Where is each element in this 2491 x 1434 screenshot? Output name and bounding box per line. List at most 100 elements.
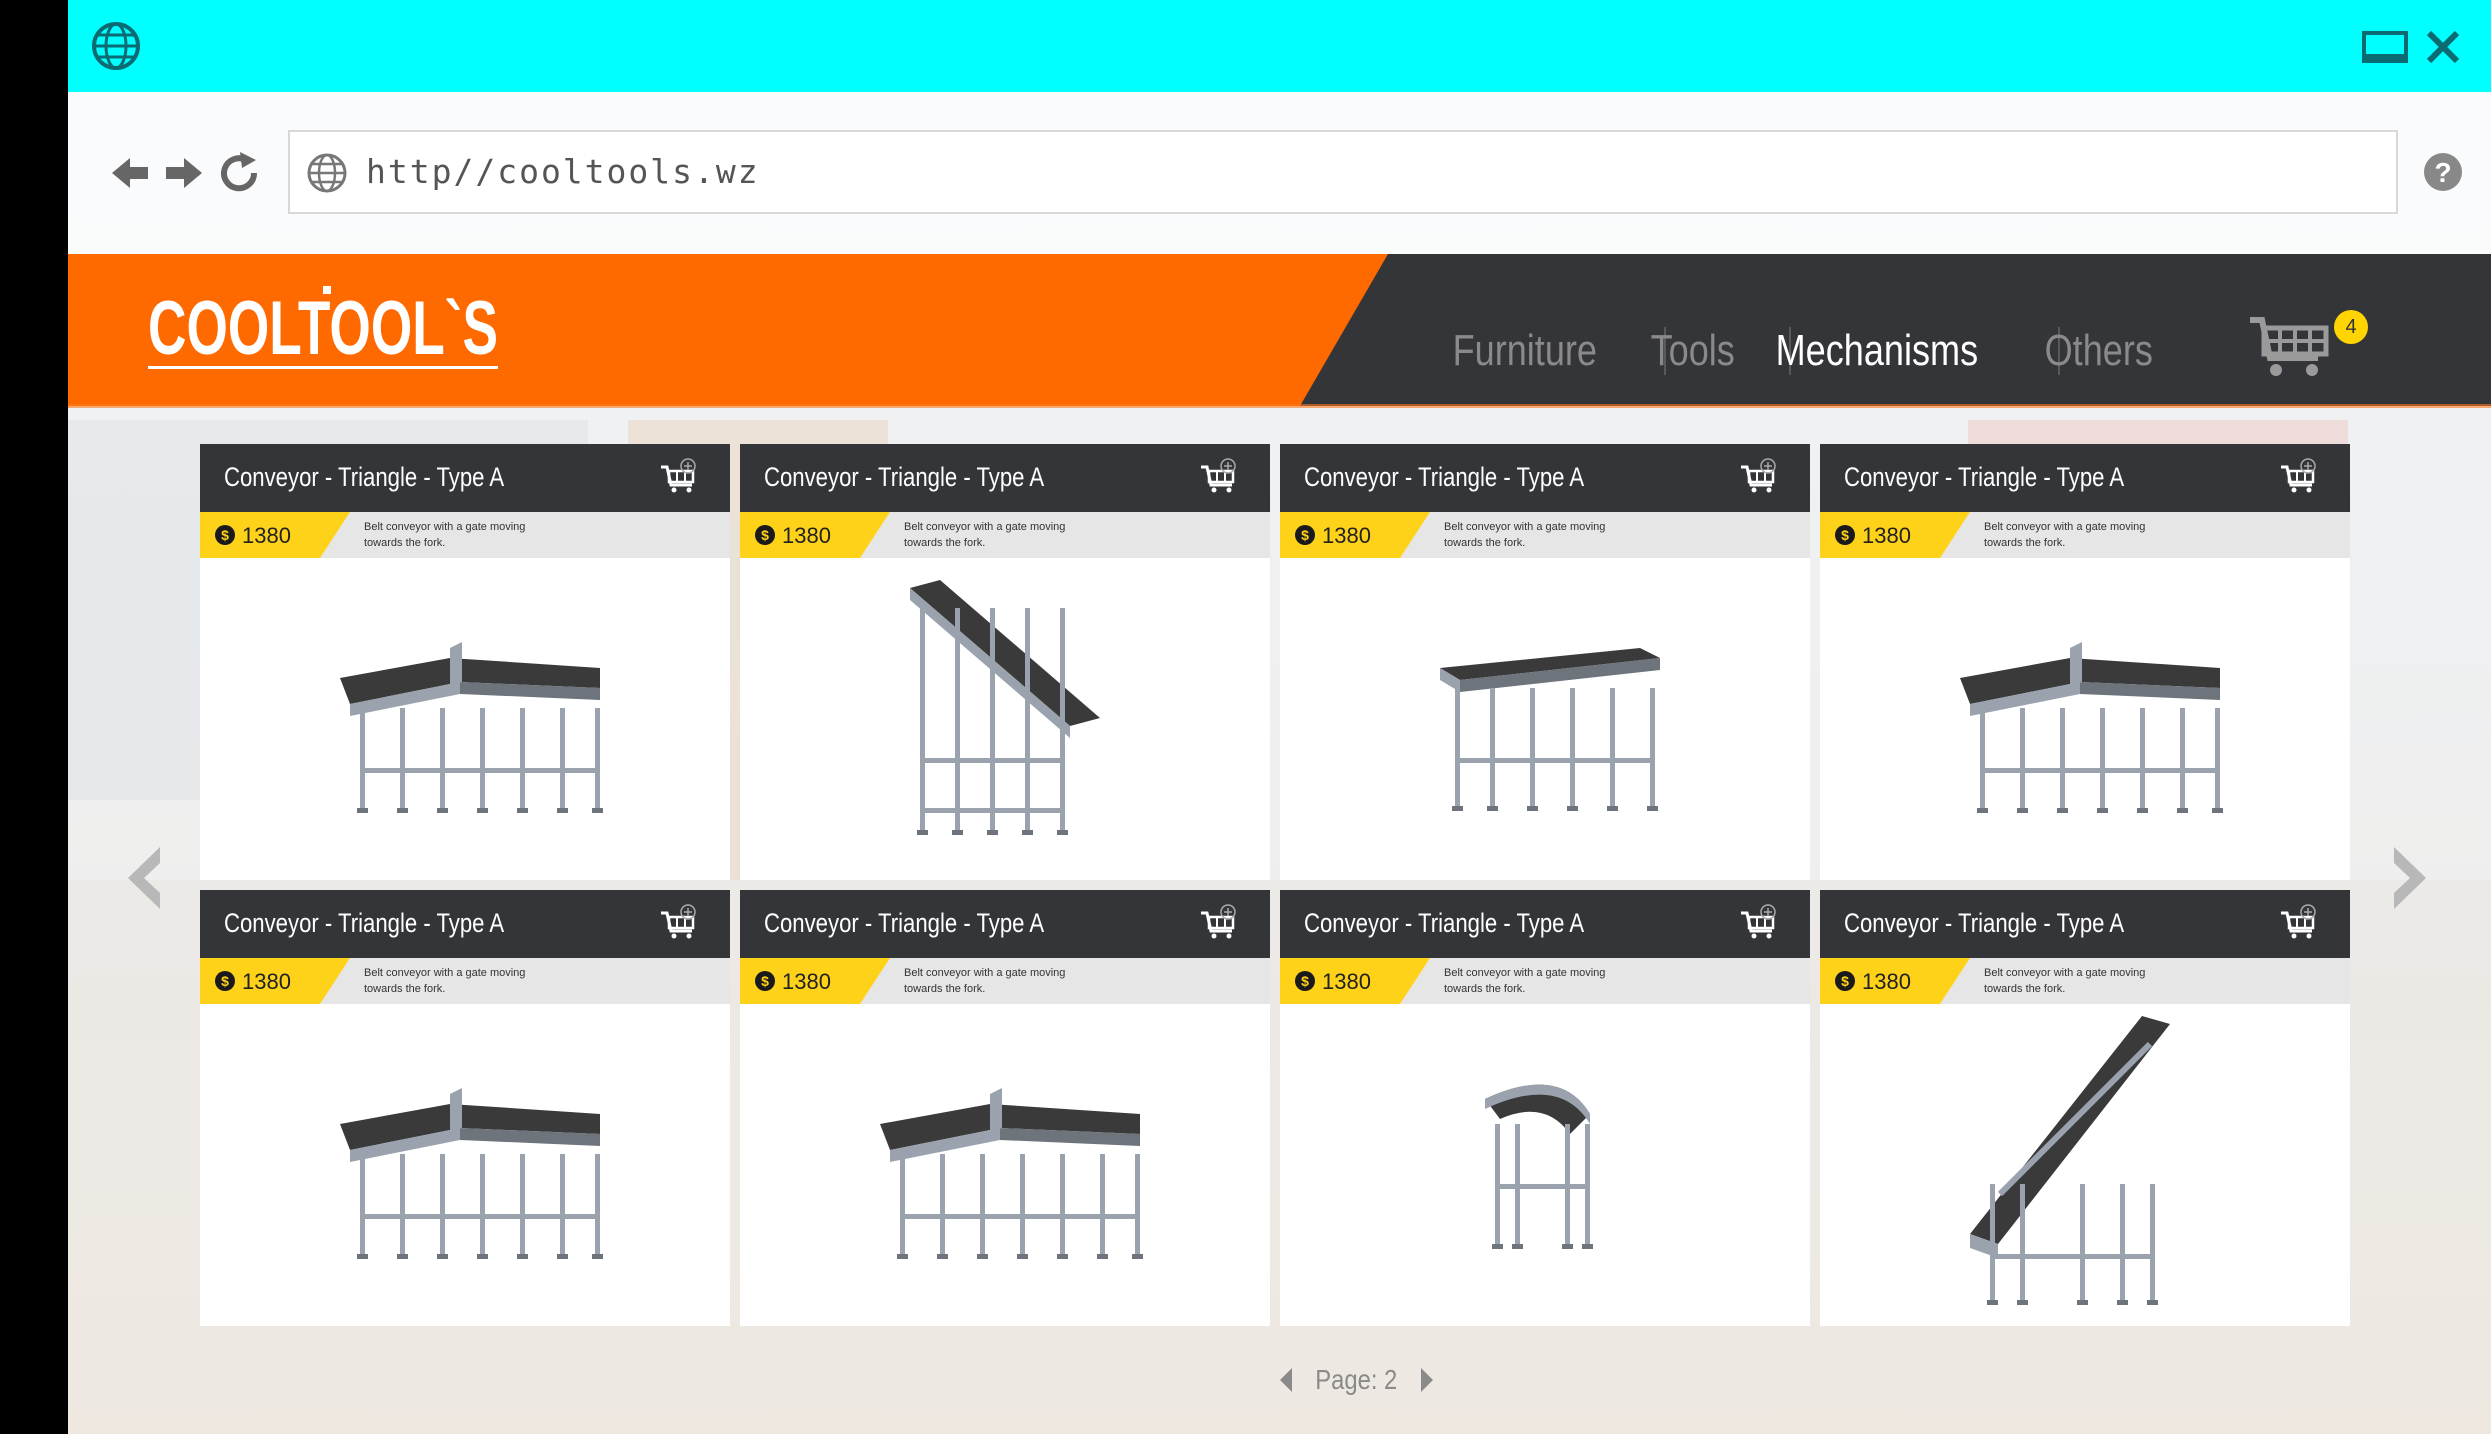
menu-item-mechanisms[interactable]: Mechanisms bbox=[1751, 326, 2003, 376]
product-description: Belt conveyor with a gate moving towards… bbox=[364, 521, 526, 549]
product-info-bar: $ 1380 Belt conveyor with a gate moving … bbox=[200, 958, 730, 1004]
product-price: 1380 bbox=[1322, 969, 1371, 994]
plus-icon[interactable] bbox=[1220, 458, 1236, 474]
product-description: Belt conveyor with a gate moving towards… bbox=[904, 967, 1066, 995]
price-tag: $ 1380 bbox=[740, 512, 890, 558]
price-tag: $ 1380 bbox=[200, 512, 350, 558]
product-title: Conveyor - Triangle - Type A bbox=[764, 908, 1045, 938]
shopping-cart-icon[interactable] bbox=[2248, 314, 2332, 382]
product-description: Belt conveyor with a gate moving towards… bbox=[1444, 521, 1606, 549]
product-info-bar: $ 1380 Belt conveyor with a gate moving … bbox=[1820, 958, 2350, 1004]
svg-text:$: $ bbox=[221, 527, 229, 543]
product-image[interactable] bbox=[1280, 558, 1810, 880]
plus-icon[interactable] bbox=[2300, 904, 2316, 920]
plus-icon[interactable] bbox=[680, 458, 696, 474]
product-image[interactable] bbox=[1820, 558, 2350, 880]
product-info-bar: $ 1380 Belt conveyor with a gate moving … bbox=[740, 958, 1270, 1004]
help-icon[interactable]: ? bbox=[2423, 152, 2463, 192]
coin-icon: $ bbox=[755, 525, 775, 545]
product-info-bar: $ 1380 Belt conveyor with a gate moving … bbox=[200, 512, 730, 558]
product-card[interactable]: Conveyor - Triangle - Type A $ 1380 Belt… bbox=[200, 890, 730, 1326]
product-info-bar: $ 1380 Belt conveyor with a gate moving … bbox=[740, 512, 1270, 558]
plus-icon[interactable] bbox=[1760, 904, 1776, 920]
pager-prev-icon[interactable] bbox=[1278, 1367, 1294, 1393]
product-info-bar: $ 1380 Belt conveyor with a gate moving … bbox=[1820, 512, 2350, 558]
coin-icon: $ bbox=[1295, 971, 1315, 991]
coin-icon: $ bbox=[215, 525, 235, 545]
price-tag: $ 1380 bbox=[1280, 958, 1430, 1004]
prev-page-arrow-icon[interactable] bbox=[124, 845, 164, 911]
product-description: Belt conveyor with a gate moving towards… bbox=[1444, 967, 1606, 995]
pagination: Page: 2 bbox=[1278, 1362, 1435, 1398]
site-logo[interactable]: COOLTOOL`S bbox=[148, 280, 508, 382]
product-image[interactable] bbox=[1820, 1004, 2350, 1326]
product-card[interactable]: Conveyor - Triangle - Type A $ 1380 Belt… bbox=[1280, 890, 1810, 1326]
header-divider bbox=[68, 404, 2491, 408]
price-tag: $ 1380 bbox=[740, 958, 890, 1004]
cart-count-badge: 4 bbox=[2334, 310, 2368, 344]
svg-text:?: ? bbox=[2434, 157, 2451, 188]
menu-item-others[interactable]: Others bbox=[2020, 326, 2177, 376]
product-card-header: Conveyor - Triangle - Type A bbox=[740, 890, 1270, 958]
price-tag: $ 1380 bbox=[1280, 512, 1430, 558]
reload-icon[interactable] bbox=[216, 150, 262, 196]
minimize-icon[interactable] bbox=[2362, 30, 2408, 64]
plus-icon[interactable] bbox=[1760, 458, 1776, 474]
product-description: Belt conveyor with a gate moving towards… bbox=[1984, 967, 2146, 995]
forward-arrow-icon[interactable] bbox=[160, 150, 206, 196]
product-card-header: Conveyor - Triangle - Type A bbox=[1820, 890, 2350, 958]
price-tag: $ 1380 bbox=[200, 958, 350, 1004]
product-title: Conveyor - Triangle - Type A bbox=[1844, 908, 2125, 938]
product-price: 1380 bbox=[1862, 523, 1911, 548]
svg-text:COOLTOOL`S: COOLTOOL`S bbox=[148, 286, 498, 371]
pager-next-icon[interactable] bbox=[1419, 1367, 1435, 1393]
product-title: Conveyor - Triangle - Type A bbox=[224, 462, 505, 492]
svg-text:$: $ bbox=[1841, 527, 1849, 543]
product-card-header: Conveyor - Triangle - Type A bbox=[200, 444, 730, 512]
menu-item-furniture[interactable]: Furniture bbox=[1428, 326, 1622, 376]
product-card[interactable]: Conveyor - Triangle - Type A $ 1380 Belt… bbox=[1820, 890, 2350, 1326]
svg-text:$: $ bbox=[1301, 527, 1309, 543]
product-image[interactable] bbox=[740, 1004, 1270, 1326]
product-price: 1380 bbox=[242, 523, 291, 548]
product-card[interactable]: Conveyor - Triangle - Type A $ 1380 Belt… bbox=[740, 444, 1270, 880]
url-field[interactable]: http//cooltools.wz bbox=[288, 130, 2398, 214]
product-title: Conveyor - Triangle - Type A bbox=[1304, 462, 1585, 492]
product-title: Conveyor - Triangle - Type A bbox=[224, 908, 505, 938]
product-card[interactable]: Conveyor - Triangle - Type A $ 1380 Belt… bbox=[1820, 444, 2350, 880]
product-title: Conveyor - Triangle - Type A bbox=[764, 462, 1045, 492]
plus-icon[interactable] bbox=[2300, 458, 2316, 474]
title-bar bbox=[68, 0, 2491, 92]
product-card[interactable]: Conveyor - Triangle - Type A $ 1380 Belt… bbox=[200, 444, 730, 880]
product-card-header: Conveyor - Triangle - Type A bbox=[1280, 444, 1810, 512]
plus-icon[interactable] bbox=[1220, 904, 1236, 920]
product-card[interactable]: Conveyor - Triangle - Type A $ 1380 Belt… bbox=[740, 890, 1270, 1326]
coin-icon: $ bbox=[1835, 971, 1855, 991]
close-icon[interactable] bbox=[2424, 28, 2462, 66]
product-card[interactable]: Conveyor - Triangle - Type A $ 1380 Belt… bbox=[1280, 444, 1810, 880]
product-description: Belt conveyor with a gate moving towards… bbox=[364, 967, 526, 995]
coin-icon: $ bbox=[1835, 525, 1855, 545]
next-page-arrow-icon[interactable] bbox=[2390, 845, 2430, 911]
menu-item-tools[interactable]: Tools bbox=[1626, 326, 1759, 376]
svg-text:$: $ bbox=[1301, 973, 1309, 989]
price-tag: $ 1380 bbox=[1820, 512, 1970, 558]
product-price: 1380 bbox=[782, 523, 831, 548]
product-info-bar: $ 1380 Belt conveyor with a gate moving … bbox=[1280, 512, 1810, 558]
product-image[interactable] bbox=[740, 558, 1270, 880]
svg-text:$: $ bbox=[1841, 973, 1849, 989]
product-description: Belt conveyor with a gate moving towards… bbox=[1984, 521, 2146, 549]
plus-icon[interactable] bbox=[680, 904, 696, 920]
category-menu: Furniture Tools Mechanisms Others bbox=[1428, 326, 2212, 376]
svg-text:$: $ bbox=[761, 527, 769, 543]
product-info-bar: $ 1380 Belt conveyor with a gate moving … bbox=[1280, 958, 1810, 1004]
svg-text:$: $ bbox=[221, 973, 229, 989]
back-arrow-icon[interactable] bbox=[108, 150, 154, 196]
product-price: 1380 bbox=[782, 969, 831, 994]
price-tag: $ 1380 bbox=[1820, 958, 1970, 1004]
svg-text:$: $ bbox=[761, 973, 769, 989]
product-image[interactable] bbox=[200, 558, 730, 880]
product-image[interactable] bbox=[1280, 1004, 1810, 1326]
globe-icon bbox=[92, 22, 140, 70]
product-image[interactable] bbox=[200, 1004, 730, 1326]
